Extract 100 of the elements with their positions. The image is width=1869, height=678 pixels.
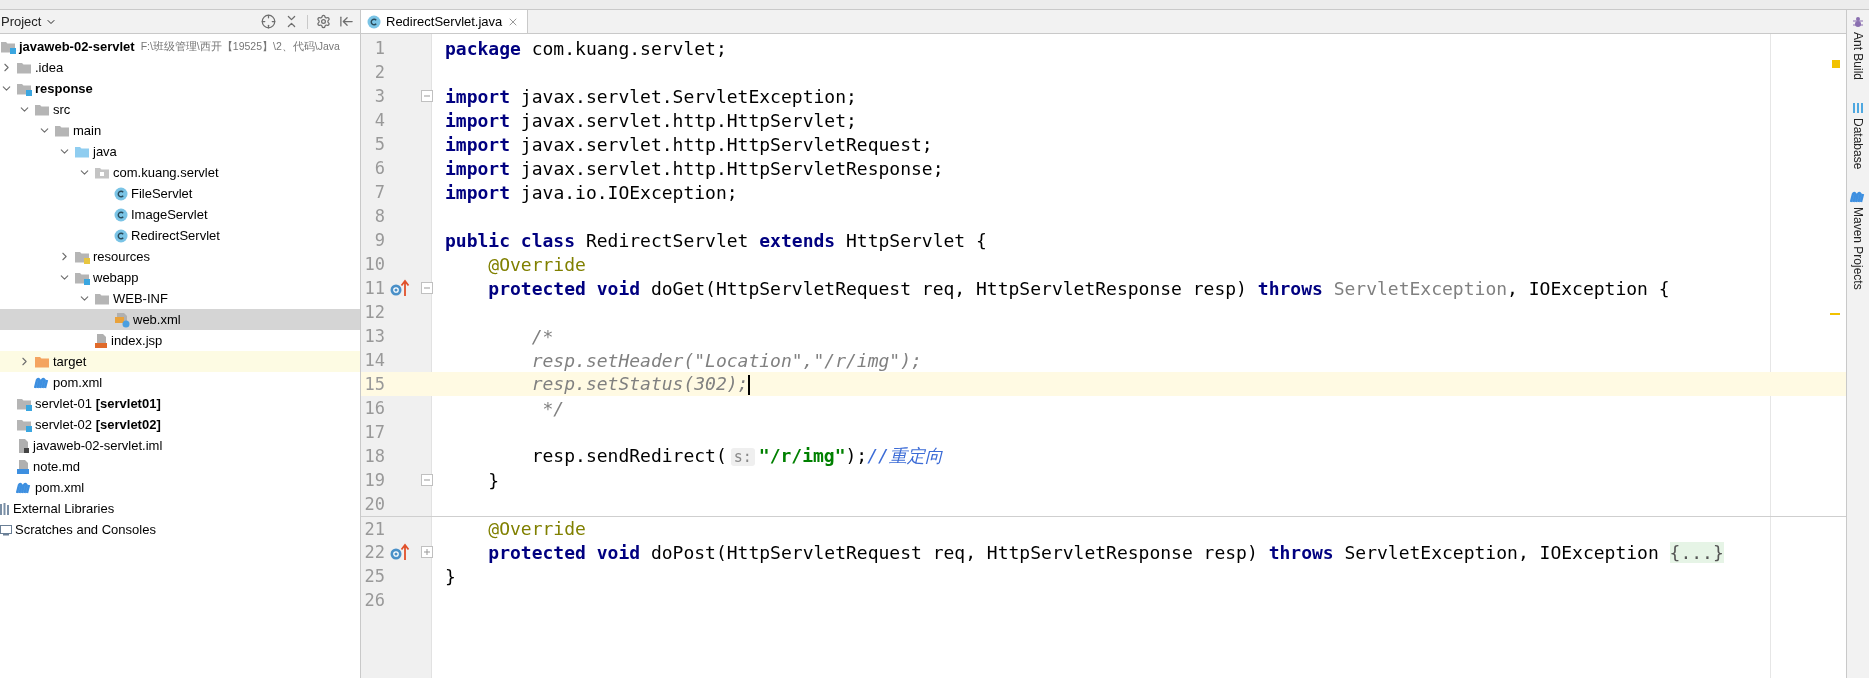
folder-icon xyxy=(16,60,32,75)
tree-item[interactable]: RedirectServlet xyxy=(0,225,360,246)
xml-file-icon xyxy=(114,311,130,328)
code-text: "/r/img" xyxy=(758,445,846,466)
folder-icon xyxy=(94,291,110,306)
project-path: F:\班级管理\西开【19525】\2、代码\Java xyxy=(140,39,340,54)
code-line: protected void doGet(HttpServletRequest req, HttpServletResponse resp) throws ServletException, IOException { xyxy=(487,277,1670,299)
unfold-icon[interactable] xyxy=(421,546,433,558)
folder-icon xyxy=(74,144,90,159)
line-number: 20 xyxy=(363,494,385,514)
line-number: 4 xyxy=(373,110,385,130)
folder-icon xyxy=(16,417,32,432)
tree-item[interactable]: response xyxy=(0,78,360,99)
override-marker-icon[interactable] xyxy=(389,543,411,561)
locate-icon[interactable] xyxy=(261,14,276,29)
code-text: //重定向 xyxy=(867,445,943,466)
tree-item[interactable]: pom.xml xyxy=(0,372,360,393)
code-line: @Override xyxy=(487,518,586,539)
folder-icon xyxy=(74,249,90,264)
tree-item[interactable]: ImageServlet xyxy=(0,204,360,225)
tree-item[interactable]: resources xyxy=(0,246,360,267)
line-number: 22 xyxy=(363,542,385,562)
code-line: } xyxy=(445,565,456,587)
folder-icon xyxy=(16,81,32,96)
override-marker-icon[interactable] xyxy=(389,279,411,297)
libraries-icon xyxy=(0,501,10,516)
tree-item[interactable]: main xyxy=(0,120,360,141)
tree-item[interactable]: web.xml xyxy=(0,309,360,330)
folder-icon xyxy=(0,39,16,54)
tool-window-button[interactable]: Ant Build xyxy=(1851,16,1865,81)
code-text: doPost(HttpServletRequest req, HttpServletResponse resp) xyxy=(649,541,1259,563)
line-number: 1 xyxy=(373,38,385,58)
code-text: throws xyxy=(1268,541,1334,563)
tree-item[interactable]: javaweb-02-servlet.iml xyxy=(0,435,360,456)
code-line: resp.setStatus(302); xyxy=(530,373,751,395)
project-view-dropdown[interactable]: Project xyxy=(0,14,58,29)
tree-item[interactable]: servlet-01 [servlet01] xyxy=(0,393,360,414)
tree-item[interactable]: .idea xyxy=(0,57,360,78)
line-number: 3 xyxy=(373,86,385,106)
editor-tab[interactable]: RedirectServlet.java xyxy=(361,10,529,33)
line-number: 5 xyxy=(373,134,385,154)
line-number: 11 xyxy=(363,278,385,298)
tree-item[interactable]: target xyxy=(0,351,360,372)
folder-icon xyxy=(54,123,70,138)
line-number: 19 xyxy=(363,470,385,490)
code-line: /* xyxy=(530,325,554,347)
tree-item[interactable]: servlet-02 [servlet02] xyxy=(0,414,360,435)
line-number: 15 xyxy=(363,374,385,394)
tree-item[interactable]: pom.xml xyxy=(0,477,360,498)
folder-icon xyxy=(74,270,90,285)
ant-icon xyxy=(1852,16,1864,28)
tree-item[interactable]: External Libraries xyxy=(0,498,360,519)
text-cursor xyxy=(748,375,751,395)
line-number: 25 xyxy=(363,566,385,586)
markdown-file-icon xyxy=(16,458,30,475)
fold-icon[interactable] xyxy=(421,282,433,294)
hide-panel-icon[interactable] xyxy=(339,14,354,29)
database-icon xyxy=(1852,102,1864,115)
code-line: */ xyxy=(541,397,565,419)
tool-window-button[interactable]: Database xyxy=(1851,102,1865,170)
fold-icon[interactable] xyxy=(421,90,433,102)
folder-icon xyxy=(34,102,50,117)
tree-item[interactable]: WEB-INF xyxy=(0,288,360,309)
code-line: import javax.servlet.http.HttpServlet; xyxy=(445,109,857,131)
tree-item[interactable]: src xyxy=(0,99,360,120)
settings-icon[interactable] xyxy=(316,14,331,29)
class-icon xyxy=(367,14,381,29)
tree-item[interactable]: FileServlet xyxy=(0,183,360,204)
tree-item[interactable]: Scratches and Consoles xyxy=(0,519,360,540)
folded-code: {...} xyxy=(1669,541,1724,563)
code-line: } xyxy=(487,469,500,491)
tool-window-button[interactable]: Maven Projects xyxy=(1850,191,1866,291)
code-line: resp.setHeader("Location","/r/img"); xyxy=(530,349,922,371)
fold-icon[interactable] xyxy=(421,474,433,486)
jsp-file-icon xyxy=(94,332,108,349)
tree-item[interactable]: webapp xyxy=(0,267,360,288)
line-number: 16 xyxy=(363,398,385,418)
maven-icon xyxy=(16,481,32,494)
code-line: package com.kuang.servlet; xyxy=(445,37,727,59)
tree-item[interactable]: index.jsp xyxy=(0,330,360,351)
class-icon xyxy=(114,228,128,243)
code-line: @Override xyxy=(487,253,586,275)
tree-item[interactable]: java xyxy=(0,141,360,162)
code-text: ); xyxy=(845,445,868,466)
code-line: import javax.servlet.http.HttpServletRequest; xyxy=(445,133,933,155)
line-number: 6 xyxy=(373,158,385,178)
line-number: 26 xyxy=(363,590,385,610)
line-number: 10 xyxy=(363,254,385,274)
line-number: 12 xyxy=(363,302,385,322)
module-file-icon xyxy=(16,437,30,454)
tree-item[interactable]: note.md xyxy=(0,456,360,477)
line-number: 14 xyxy=(363,350,385,370)
warning-marker[interactable] xyxy=(1832,60,1840,68)
maven-icon xyxy=(34,376,50,389)
line-number: 21 xyxy=(363,518,385,539)
line-number: 18 xyxy=(363,446,385,466)
warning-marker[interactable] xyxy=(1830,313,1840,315)
tree-item[interactable]: com.kuang.servlet xyxy=(0,162,360,183)
tree-item[interactable]: javaweb-02-servlet F:\班级管理\西开【19525】\2、代码\Java xyxy=(0,36,360,57)
class-icon xyxy=(114,186,128,201)
